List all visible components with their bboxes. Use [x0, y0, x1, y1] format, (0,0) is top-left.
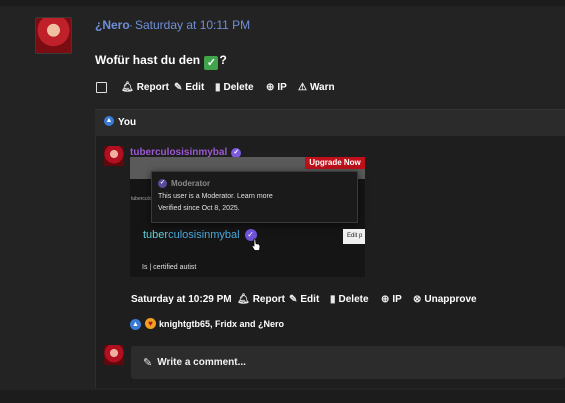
post-text-before: Wofür hast du den [95, 53, 201, 67]
select-checkbox[interactable] [96, 82, 107, 93]
pencil-icon: ✎ [289, 294, 298, 305]
post-author[interactable]: ¿Nero [95, 18, 130, 32]
reply-edit-label: Edit [300, 294, 320, 305]
pencil-icon: ✎ [174, 82, 183, 93]
heart-eyes-icon: ♥ [145, 318, 156, 329]
check-badge-icon: ✓ [158, 179, 167, 188]
display-name-part1: tuber [143, 229, 169, 241]
reply-edit-button[interactable]: ✎ Edit [289, 294, 319, 305]
trash-icon: ▮ [215, 82, 221, 93]
ip-label: IP [277, 82, 287, 93]
likes-list[interactable]: You [118, 117, 136, 128]
globe-icon: ⊕ [381, 294, 390, 305]
warn-label: Warn [309, 82, 335, 93]
reply-report-label: Report [252, 294, 285, 305]
reply-timestamp[interactable]: Saturday at 10:29 PM [131, 294, 232, 305]
reaction-users[interactable]: knightgtb65, Fridx and ¿Nero [159, 319, 284, 329]
hand-cursor-icon [251, 238, 261, 251]
reply-ip-label: IP [392, 294, 402, 305]
trash-icon: ▮ [330, 294, 336, 305]
warning-icon: ⚠︎ [298, 82, 307, 93]
reply-report-button[interactable]: 🔔︎ Report [237, 294, 285, 305]
comment-avatar[interactable] [104, 345, 124, 365]
tooltip-title: ✓ Moderator [158, 179, 210, 188]
x-circle-icon: ⊗ [413, 294, 422, 305]
delete-button[interactable]: ▮ Delete [215, 82, 254, 93]
report-label: Report [136, 82, 169, 93]
reply-ip-button[interactable]: ⊕ IP [381, 294, 402, 305]
separator: · [129, 18, 133, 32]
check-badge-icon[interactable]: ✓ [231, 147, 242, 158]
reply-delete-label: Delete [338, 294, 369, 305]
tooltip-verified-since: Verified since Oct 8, 2025. [158, 205, 240, 212]
globe-icon: ⊕ [266, 82, 275, 93]
post-timestamp[interactable]: Saturday at 10:11 PM [135, 18, 250, 32]
check-emoji-icon: ✓ [204, 56, 219, 70]
reply-avatar[interactable] [104, 146, 124, 166]
bell-icon: 🔔︎ [237, 294, 250, 305]
user-status: Is | certified autist [142, 264, 197, 271]
pencil-icon: ✎ [143, 357, 153, 369]
post-text-after: ? [219, 53, 227, 67]
comment-placeholder: Write a comment... [157, 357, 246, 368]
upgrade-button[interactable]: Upgrade Now [305, 157, 365, 169]
avatar[interactable] [35, 17, 72, 54]
ip-button[interactable]: ⊕ IP [266, 82, 287, 93]
top-strip [0, 0, 565, 6]
bottom-strip [0, 390, 565, 403]
report-button[interactable]: 🔔︎ Report [121, 82, 169, 93]
edit-button[interactable]: ✎ Edit [174, 82, 204, 93]
edit-profile-button[interactable]: Edit p [343, 229, 365, 244]
post-text: Wofür hast du den ✓? [95, 53, 227, 70]
display-name-part2: culosisinmybal [168, 229, 240, 241]
unapprove-label: Unapprove [424, 294, 477, 305]
tooltip-description[interactable]: This user is a Moderator. Learn more [158, 193, 273, 200]
tooltip-title-text: Moderator [171, 179, 211, 188]
likes-bar [95, 109, 565, 137]
comment-input[interactable]: ✎ Write a comment... [131, 346, 565, 379]
reply-delete-button[interactable]: ▮ Delete [330, 294, 369, 305]
edit-label: Edit [185, 82, 205, 93]
delete-label: Delete [223, 82, 254, 93]
unapprove-button[interactable]: ⊗ Unapprove [413, 294, 477, 305]
warn-button[interactable]: ⚠︎ Warn [298, 82, 335, 93]
thumbs-up-icon: ▲ [104, 116, 114, 126]
card-display-name: tuberculosisinmybal ✓ [143, 229, 257, 241]
bell-icon: 🔔︎ [121, 82, 134, 93]
thumbs-up-icon: ▲ [130, 319, 141, 330]
